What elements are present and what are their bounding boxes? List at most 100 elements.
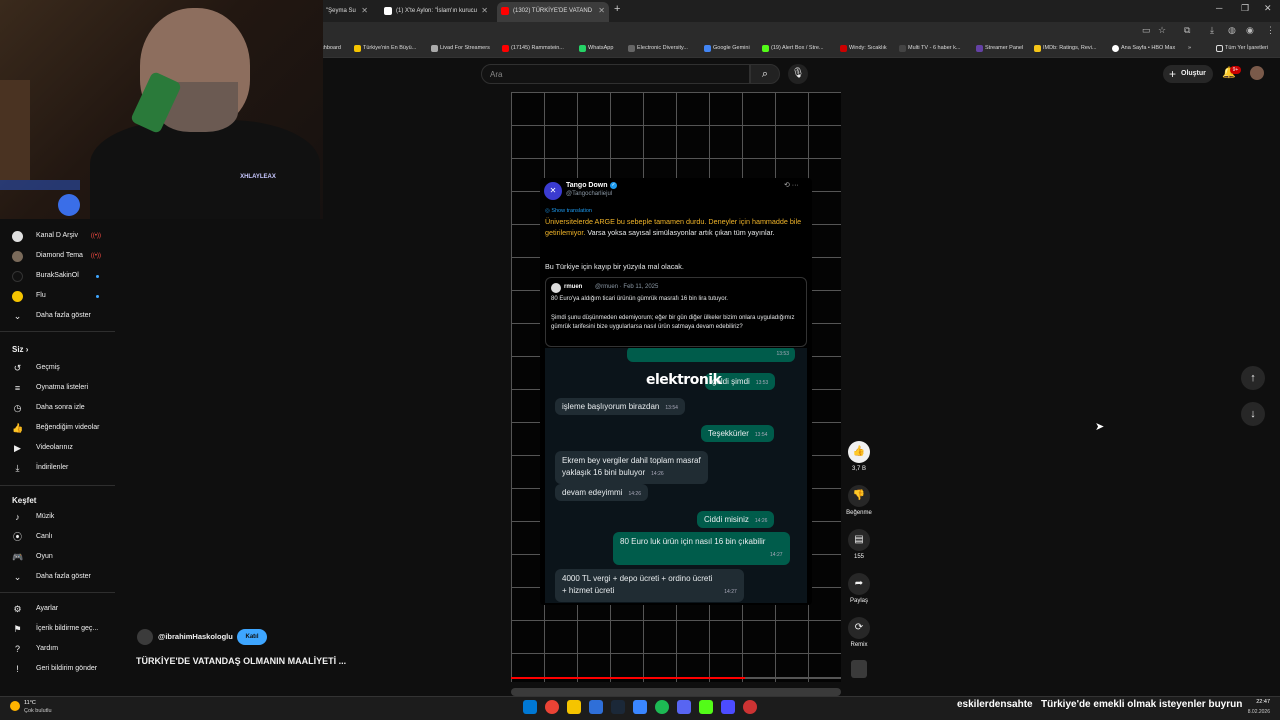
download-icon[interactable]: ⤓ (1210, 25, 1214, 36)
bookmark-star-icon[interactable]: ☆ (1158, 25, 1166, 36)
sidebar-item-downloads[interactable]: ⤓ İndirilenler (0, 458, 115, 478)
bookmark[interactable]: Livad For Streamers (431, 45, 490, 52)
like-button[interactable]: 👍 3,7 B (846, 441, 872, 472)
chat-bubble-in: 4000 TL vergi + depo ücreti + ordino ücr… (555, 569, 744, 602)
sidebar-item-liked[interactable]: 👍 Beğendiğim videolar (0, 418, 115, 438)
search-button[interactable]: ⌕ (750, 64, 780, 84)
browser-tab[interactable]: "Şeyma Su ✕ (322, 2, 372, 22)
create-button[interactable]: + Oluştur (1163, 65, 1213, 83)
sidebar-show-more[interactable]: ⌄ Daha fazla göster (0, 306, 115, 326)
comments-button[interactable]: ▤ 155 (846, 529, 872, 560)
profile-icon[interactable]: ◍ (1228, 25, 1236, 36)
sidebar-item-watch-later[interactable]: ◷ Daha sonra izle (0, 398, 115, 418)
steam-icon[interactable] (611, 700, 625, 714)
sidebar-show-more[interactable]: ⌄ Daha fazla göster (0, 567, 115, 587)
app-icon[interactable] (589, 700, 603, 714)
download-icon: ⤓ (15, 463, 20, 473)
bookmark[interactable]: Multi TV - 6 haber k... (899, 45, 960, 52)
sidebar-item-help[interactable]: ? Yardım (0, 639, 115, 659)
remix-button[interactable]: ⟳ Remix (846, 617, 872, 648)
taskbar-clock[interactable]: 22:47 (1232, 699, 1270, 705)
browser-tab[interactable]: (1) X'te Aylon: "İslam'ın kurucu ✕ (380, 2, 492, 22)
extensions-icon[interactable]: ⧉ (1184, 25, 1190, 36)
weather-icon[interactable] (10, 701, 20, 711)
bookmark[interactable]: Türkiye'nin En Büyü... (354, 45, 416, 52)
sidebar-item-settings[interactable]: ⚙ Ayarlar (0, 599, 115, 619)
taskbar-date[interactable]: 8.02.2026 (1232, 709, 1270, 715)
bookmark[interactable]: Electronic Diversity... (628, 45, 688, 52)
bookmark-label: IMDb: Ratings, Revi... (1043, 45, 1097, 51)
app-icon[interactable] (721, 700, 735, 714)
weather-temperature: 11°C (24, 700, 36, 706)
bookmark[interactable]: WhatsApp (579, 45, 613, 52)
discord-icon[interactable] (677, 700, 691, 714)
sound-thumbnail[interactable] (851, 660, 867, 678)
close-tab-icon[interactable]: ✕ (361, 2, 368, 20)
bookmark[interactable]: IMDb: Ratings, Revi... (1034, 45, 1097, 52)
sidebar-item-subscription[interactable]: Kanal D Arşiv ((•)) (0, 226, 115, 246)
sidebar-item-subscription[interactable]: BurakSakinOl (0, 266, 115, 286)
close-tab-icon[interactable]: ✕ (481, 2, 488, 20)
sidebar-section-you[interactable]: Siz › (12, 345, 28, 354)
sidebar-item-history[interactable]: ↺ Geçmiş (0, 358, 115, 378)
horizontal-scrollbar[interactable] (511, 688, 841, 696)
new-tab-button[interactable]: + (614, 3, 620, 15)
close-window-icon[interactable]: ✕ (1264, 3, 1272, 14)
thumb-up-icon: 👍 (12, 423, 24, 433)
bookmark[interactable]: Ana Sayfa • HBO Max (1112, 45, 1175, 52)
blue-lamp (58, 194, 80, 216)
help-icon: ? (14, 644, 20, 654)
chat-text: Ekrem bey vergiler dahil toplam masraf (562, 456, 701, 465)
video-progress-bar[interactable] (511, 677, 841, 679)
next-short-button[interactable]: ↓ (1241, 402, 1265, 426)
dislike-button[interactable]: 👎 Beğenme (846, 485, 872, 516)
sidebar-item-subscription[interactable]: Flu (0, 286, 115, 306)
browser-tab-active[interactable]: (1302) TÜRKİYE'DE VATAND ✕ (497, 2, 609, 22)
live-icon: ⦿ (12, 532, 22, 542)
more-bookmarks-button[interactable]: » (1188, 45, 1191, 51)
sidebar-item-gaming[interactable]: 🎮 Oyun (0, 547, 115, 567)
sidebar-item-playlists[interactable]: ≡ Oynatma listeleri (0, 378, 115, 398)
app-icon[interactable] (743, 700, 757, 714)
video-title[interactable]: TÜRKİYE'DE VATANDAŞ OLMANIN MAALİYETİ ..… (136, 656, 346, 666)
bookmark[interactable]: Google Gemini (704, 45, 750, 52)
sidebar-item-your-videos[interactable]: ▶ Videolarınız (0, 438, 115, 458)
avatar[interactable] (1250, 66, 1264, 80)
close-tab-icon[interactable]: ✕ (598, 2, 605, 20)
bookmark[interactable]: Streamer Panel (976, 45, 1023, 52)
comment-count: 155 (853, 554, 864, 560)
microphone-icon[interactable]: 🎙 (788, 64, 808, 84)
chrome-icon[interactable] (545, 700, 559, 714)
sidebar-item-label: Daha fazla göster (36, 312, 91, 319)
menu-icon[interactable]: ⋮ (1266, 25, 1275, 36)
bookmark-label: Electronic Diversity... (637, 45, 688, 51)
cast-icon[interactable]: ▭ (1142, 25, 1151, 36)
app-icon[interactable] (633, 700, 647, 714)
bookmark[interactable]: Windy: Sıcaklık (840, 45, 887, 52)
sidebar-item-label: Ayarlar (36, 605, 59, 612)
file-explorer-icon[interactable] (567, 700, 581, 714)
join-button[interactable]: Katıl (237, 629, 267, 645)
channel-name[interactable]: @ibrahimHaskologlu (158, 632, 233, 641)
sidebar-item-feedback[interactable]: ! Geri bildirim gönder (0, 659, 115, 679)
search-input[interactable]: Ara (481, 64, 750, 84)
previous-short-button[interactable]: ↑ (1241, 366, 1265, 390)
bookmark[interactable]: (17145) Rammstein... (502, 45, 564, 52)
bookmark[interactable]: Tüm Yer İşaretleri (1216, 45, 1268, 52)
channel-avatar[interactable] (137, 629, 153, 645)
share-button[interactable]: ➦ Paylaş (846, 573, 872, 604)
sidebar-item-music[interactable]: ♪ Müzik (0, 507, 115, 527)
minimize-icon[interactable]: ─ (1216, 3, 1222, 13)
sidebar-item-subscription[interactable]: Diamond Tema ((•)) (0, 246, 115, 266)
restore-icon[interactable]: ❐ (1241, 3, 1249, 14)
security-icon[interactable]: ◉ (1246, 25, 1254, 36)
sidebar-item-label: Flu (36, 292, 46, 299)
kick-icon[interactable] (699, 700, 713, 714)
tweet-body-line: Bu Türkiye için kayıp bir yüzyıla mal ol… (545, 262, 684, 271)
bookmark[interactable]: (19) Alert Box / Stre... (762, 45, 824, 52)
chat-text: yaklaşık 16 bini buluyor (562, 468, 646, 477)
sidebar-item-live[interactable]: ⦿ Canlı (0, 527, 115, 547)
windows-start-icon[interactable] (523, 700, 537, 714)
sidebar-item-report-history[interactable]: ⚑ İçerik bildirme geç... (0, 619, 115, 639)
spotify-icon[interactable] (655, 700, 669, 714)
